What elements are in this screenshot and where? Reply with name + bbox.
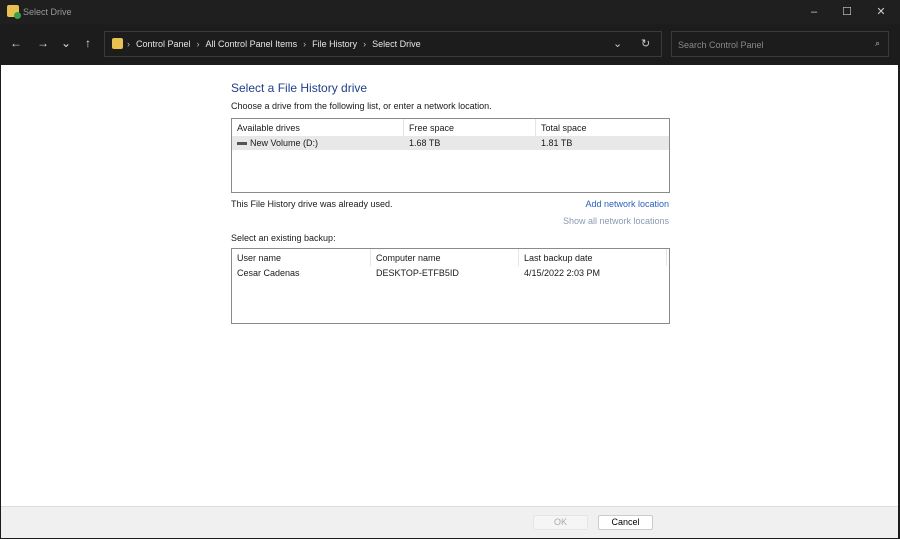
backup-user: Cesar Cadenas xyxy=(237,268,300,278)
status-text: This File History drive was already used… xyxy=(231,199,393,209)
ok-button[interactable]: OK xyxy=(533,515,588,530)
control-panel-icon xyxy=(112,38,123,49)
search-placeholder: Search Control Panel xyxy=(678,40,764,50)
drive-icon xyxy=(237,141,247,145)
window-title: Select Drive xyxy=(23,7,72,17)
drive-row[interactable]: New Volume (D:) 1.68 TB 1.81 TB xyxy=(232,136,669,150)
column-user-name[interactable]: User name xyxy=(232,249,371,266)
up-button[interactable]: ↑ xyxy=(79,36,97,50)
column-free-space[interactable]: Free space xyxy=(404,119,536,136)
backup-computer: DESKTOP-ETFB5ID xyxy=(376,268,459,278)
address-bar[interactable]: › Control Panel › All Control Panel Item… xyxy=(104,31,662,57)
page-title: Select a File History drive xyxy=(231,81,368,95)
backup-date: 4/15/2022 2:03 PM xyxy=(524,268,601,278)
title-bar: Select Drive – ☐ ✕ xyxy=(0,0,900,24)
column-total-space[interactable]: Total space xyxy=(536,119,668,136)
breadcrumb-file-history[interactable]: File History xyxy=(312,39,357,49)
drive-total-space: 1.81 TB xyxy=(541,138,573,148)
minimize-button[interactable]: – xyxy=(797,0,831,24)
backup-label: Select an existing backup: xyxy=(231,233,336,243)
backup-row[interactable]: Cesar Cadenas DESKTOP-ETFB5ID 4/15/2022 … xyxy=(232,266,669,280)
column-last-backup-date[interactable]: Last backup date xyxy=(519,249,667,266)
breadcrumb-control-panel[interactable]: Control Panel xyxy=(136,39,191,49)
backups-list[interactable]: User name Computer name Last backup date… xyxy=(231,248,670,324)
close-button[interactable]: ✕ xyxy=(864,0,898,24)
refresh-button[interactable]: ↻ xyxy=(641,37,650,50)
instruction-text: Choose a drive from the following list, … xyxy=(231,101,492,111)
cancel-button[interactable]: Cancel xyxy=(598,515,653,530)
search-icon[interactable]: ⌕ xyxy=(875,38,880,49)
forward-button[interactable]: → xyxy=(34,36,52,50)
content-area: Select a File History drive Choose a dri… xyxy=(1,65,898,506)
file-history-icon xyxy=(7,5,21,19)
footer: OK Cancel xyxy=(1,506,898,538)
column-available-drives[interactable]: Available drives xyxy=(232,119,404,136)
address-dropdown-button[interactable]: ⌄ xyxy=(613,37,622,50)
column-computer-name[interactable]: Computer name xyxy=(371,249,519,266)
drives-list[interactable]: Available drives Free space Total space … xyxy=(231,118,670,193)
search-input[interactable]: Search Control Panel ⌕ xyxy=(671,31,889,57)
drive-name: New Volume (D:) xyxy=(250,138,319,148)
back-button[interactable]: ← xyxy=(7,36,25,50)
breadcrumb-all-items[interactable]: All Control Panel Items xyxy=(206,39,298,49)
recent-locations-button[interactable]: ⌄ xyxy=(57,36,75,50)
breadcrumb-select-drive[interactable]: Select Drive xyxy=(372,39,421,49)
drive-free-space: 1.68 TB xyxy=(409,138,441,148)
show-network-locations-link[interactable]: Show all network locations xyxy=(563,216,669,226)
maximize-button[interactable]: ☐ xyxy=(830,0,864,24)
navigation-bar: ← → ⌄ ↑ › Control Panel › All Control Pa… xyxy=(0,24,900,65)
add-network-location-link[interactable]: Add network location xyxy=(585,199,669,209)
